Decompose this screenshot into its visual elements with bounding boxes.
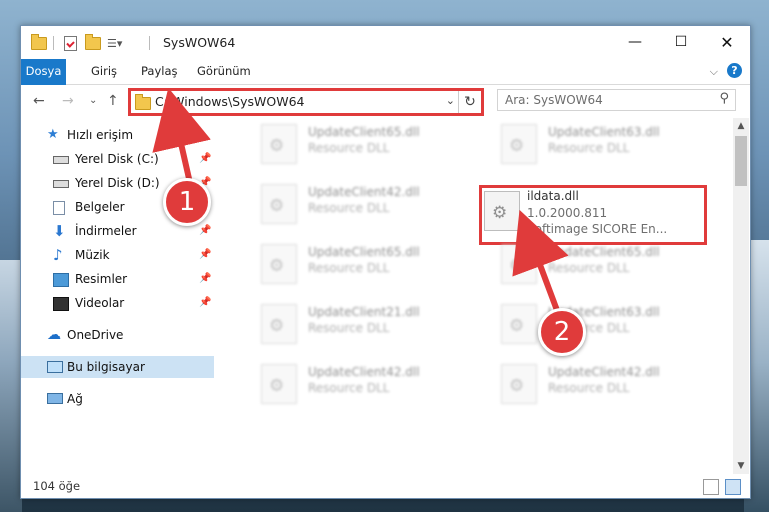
file-list: UpdateClient65.dll Resource DLL UpdateCl… <box>221 118 733 474</box>
search-icon: ⚲ <box>719 91 729 106</box>
pin-icon[interactable]: 📌 <box>199 268 211 290</box>
file-item[interactable]: UpdateClient42.dll Resource DLL <box>241 360 461 406</box>
pictures-icon <box>53 273 69 287</box>
nav-item-music[interactable]: ♪ Müzik 📌 <box>21 244 214 266</box>
dll-file-icon <box>261 304 297 344</box>
dll-file-icon <box>261 244 297 284</box>
folder-icon <box>31 33 47 51</box>
large-icons-view-icon[interactable] <box>725 479 741 495</box>
recent-locations-icon[interactable]: ⌄ <box>89 95 97 106</box>
folder-icon <box>135 94 151 110</box>
search-input[interactable]: Ara: SysWOW64 ⚲ <box>497 89 736 111</box>
nav-this-pc[interactable]: Bu bilgisayar <box>21 356 214 378</box>
title-bar: ☰▾ SysWOW64 — ☐ ✕ <box>21 26 750 59</box>
videos-icon <box>53 297 69 311</box>
scrollbar-thumb[interactable] <box>735 136 747 186</box>
pin-icon[interactable]: 📌 <box>199 292 211 314</box>
status-bar: 104 öğe <box>21 476 750 498</box>
help-icon[interactable]: ? <box>727 63 742 78</box>
file-item[interactable]: UpdateClient21.dll Resource DLL <box>241 300 461 346</box>
new-folder-icon[interactable] <box>85 33 101 51</box>
close-button[interactable]: ✕ <box>704 26 750 58</box>
refresh-icon[interactable]: ↻ <box>458 91 481 113</box>
customize-toolbar-icon[interactable]: ☰▾ <box>107 35 122 51</box>
back-arrow-icon[interactable]: ← <box>33 93 45 109</box>
cloud-icon: ☁ <box>47 327 61 343</box>
drive-icon <box>53 180 69 188</box>
tab-share[interactable]: Paylaş <box>131 59 188 83</box>
address-path: C:\Windows\SysWOW64 <box>155 94 305 109</box>
pin-icon[interactable]: 📌 <box>199 244 211 266</box>
computer-icon <box>47 361 63 373</box>
address-bar[interactable]: C:\Windows\SysWOW64 ⌄ ↻ <box>128 88 484 116</box>
nav-item-local-disk-c[interactable]: Yerel Disk (C:) 📌 <box>21 148 214 170</box>
documents-icon <box>53 201 65 215</box>
dll-file-icon <box>261 124 297 164</box>
search-placeholder: Ara: SysWOW64 <box>505 93 603 107</box>
scroll-up-icon[interactable]: ▲ <box>733 118 749 134</box>
nav-item-videos[interactable]: Videolar 📌 <box>21 292 214 314</box>
file-item[interactable]: UpdateClient65.dll Resource DLL <box>481 240 701 286</box>
file-item[interactable]: UpdateClient42.dll Resource DLL <box>241 180 461 226</box>
nav-item-pictures[interactable]: Resimler 📌 <box>21 268 214 290</box>
tab-home[interactable]: Giriş <box>81 59 127 83</box>
separator <box>53 35 54 51</box>
dll-file-icon <box>261 184 297 224</box>
downloads-icon: ⬇ <box>53 222 66 240</box>
file-item-ildata[interactable]: ildata.dll 1.0.2000.811 Softimage SICORE… <box>482 188 702 236</box>
vertical-scrollbar[interactable]: ▲ ▼ <box>733 118 749 474</box>
background-snow-left <box>0 260 22 512</box>
file-item[interactable]: UpdateClient65.dll Resource DLL <box>241 240 461 286</box>
star-icon: ★ <box>47 127 59 142</box>
callout-badge-1: 1 <box>163 178 211 226</box>
dll-file-icon <box>501 244 537 284</box>
nav-quick-access[interactable]: ★ Hızlı erişim <box>21 124 214 146</box>
address-dropdown-icon[interactable]: ⌄ <box>446 94 455 107</box>
file-item[interactable]: UpdateClient63.dll Resource DLL <box>481 120 701 166</box>
ribbon-tabs: Dosya Giriş Paylaş Görünüm ⌵ ? <box>21 59 750 105</box>
pin-icon[interactable]: 📌 <box>199 148 211 170</box>
window-title: SysWOW64 <box>163 35 236 50</box>
scroll-down-icon[interactable]: ▼ <box>733 458 749 474</box>
dll-file-icon <box>501 124 537 164</box>
callout-badge-2: 2 <box>538 308 586 356</box>
nav-network[interactable]: Ağ <box>21 388 214 410</box>
highlighted-file-ildata[interactable]: ildata.dll 1.0.2000.811 Softimage SICORE… <box>479 185 707 245</box>
drive-icon <box>53 156 69 164</box>
navigation-bar: ← → ⌄ ↑ C:\Windows\SysWOW64 ⌄ ↻ Ara: Sys… <box>21 85 750 117</box>
file-item[interactable]: UpdateClient42.dll Resource DLL <box>481 360 701 406</box>
file-item[interactable]: UpdateClient65.dll Resource DLL <box>241 120 461 166</box>
explorer-window: ☰▾ SysWOW64 — ☐ ✕ Dosya Giriş Paylaş Gör… <box>20 25 751 499</box>
network-icon <box>47 393 63 404</box>
properties-icon[interactable] <box>64 35 77 51</box>
forward-arrow-icon[interactable]: → <box>62 93 74 109</box>
pin-icon[interactable]: 📌 <box>199 220 211 242</box>
music-icon: ♪ <box>53 246 63 264</box>
details-view-icon[interactable] <box>703 479 719 495</box>
dll-file-icon <box>261 364 297 404</box>
dll-file-icon <box>501 364 537 404</box>
file-item[interactable]: UpdateClient63.dll Resource DLL <box>481 300 701 346</box>
minimize-button[interactable]: — <box>612 26 658 58</box>
maximize-button[interactable]: ☐ <box>658 26 704 58</box>
dll-file-icon <box>484 191 520 231</box>
dll-file-icon <box>501 304 537 344</box>
separator <box>149 35 150 51</box>
expand-ribbon-icon[interactable]: ⌵ <box>710 65 718 79</box>
tab-view[interactable]: Görünüm <box>187 59 261 83</box>
nav-onedrive[interactable]: ☁ OneDrive <box>21 324 214 346</box>
up-arrow-icon[interactable]: ↑ <box>107 93 119 109</box>
navigation-pane: ★ Hızlı erişim Yerel Disk (C:) 📌 Yerel D… <box>21 122 214 474</box>
item-count: 104 öğe <box>33 479 81 493</box>
